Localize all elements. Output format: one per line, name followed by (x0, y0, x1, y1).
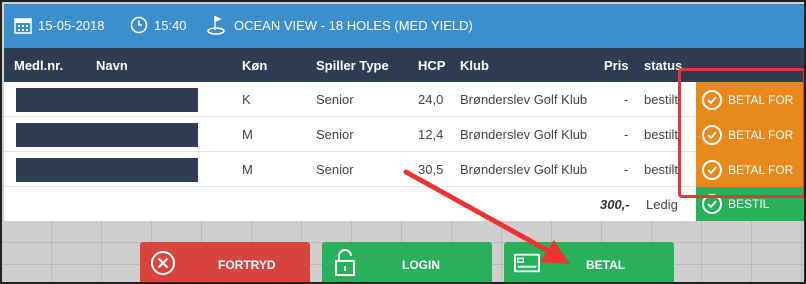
row-type: Senior (316, 92, 354, 107)
booking-window: 15-05-2018 15:40 OCEAN VIEW - 18 HOLES (… (0, 0, 806, 284)
row-hcp: 12,4 (418, 127, 444, 142)
check-circle-icon (702, 194, 722, 214)
row-klub: Brønderslev Golf Klub (460, 127, 588, 142)
check-circle-icon (702, 159, 722, 180)
row-status: bestilt (644, 127, 678, 142)
col-pris: Pris (604, 58, 629, 73)
row-pris: - (624, 92, 629, 107)
col-kon: Køn (242, 58, 268, 73)
row-type: Senior (316, 127, 354, 142)
course-name: OCEAN VIEW - 18 HOLES (MED YIELD) (234, 18, 473, 33)
redacted-member (16, 123, 198, 147)
row-pris: - (624, 162, 629, 177)
row-status: bestilt (644, 92, 678, 107)
row-hcp: 24,0 (418, 92, 444, 107)
booking-time: 15:40 (154, 18, 187, 33)
pay-for-button[interactable]: BETAL FOR (696, 117, 804, 152)
total-row: 300,- Ledig BESTIL (4, 187, 804, 221)
pay-label: BETAL (586, 258, 626, 272)
col-medlnr: Medl.nr. (14, 58, 64, 73)
col-hcp: HCP (418, 58, 446, 73)
table-row: M Senior 30,5 Brønderslev Golf Klub - be… (4, 152, 804, 187)
table-row: M Senior 12,4 Brønderslev Golf Klub - be… (4, 117, 804, 152)
golf-flag-icon (206, 14, 228, 36)
col-status: status (644, 58, 683, 73)
table-row: K Senior 24,0 Brønderslev Golf Klub - be… (4, 82, 804, 117)
row-klub: Brønderslev Golf Klub (460, 92, 588, 107)
login-label: LOGIN (402, 258, 440, 272)
row-kon: K (242, 92, 251, 107)
booking-date: 15-05-2018 (38, 18, 105, 33)
credit-card-icon (514, 250, 540, 276)
unlock-icon (332, 249, 358, 276)
cancel-button[interactable]: FORTRYD (140, 242, 310, 282)
check-circle-icon (702, 124, 722, 145)
col-spiller-type: Spiller Type (316, 58, 389, 73)
row-type: Senior (316, 162, 354, 177)
total-status: Ledig (646, 197, 678, 212)
row-kon: M (242, 162, 253, 177)
redacted-member (16, 88, 198, 112)
pay-button[interactable]: BETAL (504, 242, 674, 282)
redacted-member (16, 158, 198, 182)
book-label: BESTIL (728, 197, 770, 211)
col-klub: Klub (460, 58, 489, 73)
row-status: bestilt (644, 162, 678, 177)
check-circle-icon (702, 89, 722, 110)
col-navn: Navn (96, 58, 128, 73)
row-pris: - (624, 127, 629, 142)
login-button[interactable]: LOGIN (322, 242, 492, 282)
book-button[interactable]: BESTIL (696, 187, 804, 221)
booking-header: 15-05-2018 15:40 OCEAN VIEW - 18 HOLES (… (4, 4, 804, 48)
row-kon: M (242, 127, 253, 142)
pay-for-label: BETAL FOR (728, 127, 794, 142)
pay-for-button[interactable]: BETAL FOR (696, 152, 804, 187)
cancel-label: FORTRYD (218, 258, 276, 272)
calendar-icon (14, 16, 32, 34)
pay-for-label: BETAL FOR (728, 162, 794, 177)
pay-for-label: BETAL FOR (728, 92, 794, 107)
table-header: Medl.nr. Navn Køn Spiller Type HCP Klub … (4, 48, 804, 82)
total-price: 300,- (600, 197, 630, 212)
pay-for-button[interactable]: BETAL FOR (696, 82, 804, 117)
row-hcp: 30,5 (418, 162, 444, 177)
row-klub: Brønderslev Golf Klub (460, 162, 588, 177)
close-circle-icon (150, 250, 176, 276)
clock-icon (130, 16, 148, 34)
